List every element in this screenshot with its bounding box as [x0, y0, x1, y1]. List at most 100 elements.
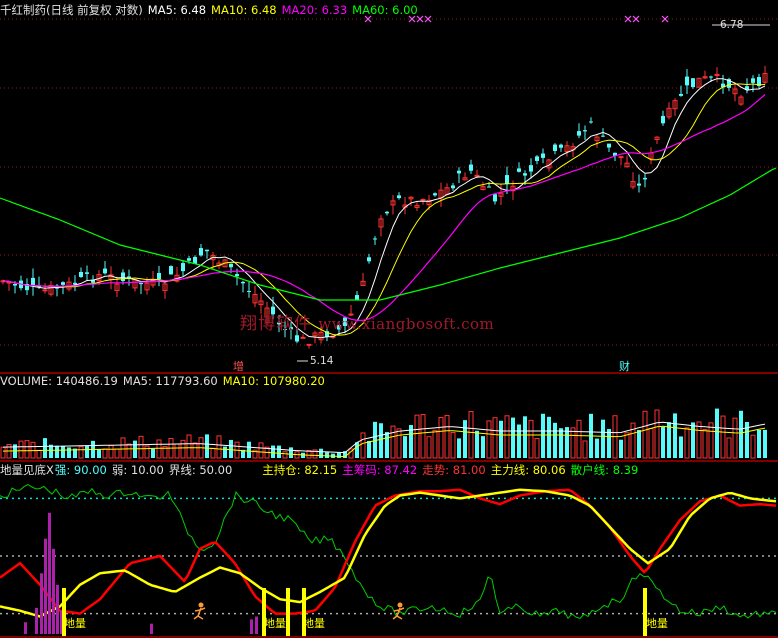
- volume-bar-up: [468, 411, 474, 459]
- volume-bar-down: [517, 424, 521, 458]
- weak-value: 10.00: [130, 463, 164, 477]
- volume-bar-up: [102, 448, 108, 459]
- candle-down: [601, 135, 605, 137]
- volume-label: VOLUME:: [0, 374, 53, 388]
- volume-bar-up: [570, 427, 576, 459]
- candle-down: [751, 78, 755, 83]
- volume-bar-up: [114, 448, 120, 459]
- volume-value: 140486.19: [55, 374, 118, 388]
- volume-bar-down: [475, 430, 479, 458]
- chip-histogram-bar: [48, 512, 51, 634]
- volume-bar-down: [367, 440, 371, 458]
- volume-bar-down: [205, 434, 209, 458]
- diliang-label-3: 地量: [303, 617, 325, 630]
- volume-bar-down: [229, 439, 233, 458]
- candle-up: [42, 289, 48, 292]
- diliang-label-1: 地量: [64, 617, 86, 630]
- volume-bar-down: [223, 446, 227, 458]
- volume-bar-up: [156, 439, 162, 459]
- volume-bar-down: [559, 428, 563, 458]
- candle-up: [306, 343, 312, 346]
- volume-bar-up: [138, 435, 144, 459]
- volume-bar-up: [108, 445, 114, 459]
- volume-bar-up: [432, 429, 438, 459]
- candle-up: [300, 336, 306, 339]
- mainline-value: 80.06: [532, 463, 566, 477]
- volume-bar-up: [642, 410, 648, 459]
- volume-bar-down: [457, 438, 461, 458]
- volume-bar-up: [18, 440, 24, 459]
- ma5-value: 6.48: [180, 3, 207, 17]
- candle-down: [31, 277, 35, 287]
- volume-bar-up: [174, 443, 180, 459]
- vol-ma10-value: 107980.20: [262, 374, 325, 388]
- boundary-label: 界线:: [168, 463, 196, 477]
- candle-down: [169, 266, 173, 275]
- chip-histogram-bar: [40, 573, 43, 634]
- candle-down: [637, 183, 641, 186]
- runner-icon: [198, 602, 204, 608]
- volume-bar-down: [637, 430, 641, 458]
- candle-down: [139, 283, 143, 285]
- volume-bar-up: [360, 432, 366, 459]
- ma20-label: MA20:: [281, 3, 318, 17]
- volume-bar-up: [24, 440, 30, 459]
- volume-bar-up: [144, 445, 150, 459]
- candle-down: [433, 193, 437, 196]
- candle-down: [193, 256, 197, 264]
- candle-down: [397, 195, 401, 199]
- low-price-label: 5.14: [310, 355, 334, 367]
- chips-value: 87.42: [384, 463, 418, 477]
- volume-bar-up: [576, 419, 582, 459]
- volume-bar-down: [661, 426, 665, 458]
- strong-label: 强:: [54, 463, 71, 477]
- chip-histogram-bar: [250, 619, 253, 634]
- volume-ma10-line: [2, 425, 766, 458]
- volume-bar-down: [673, 413, 677, 458]
- candle-down: [583, 130, 587, 132]
- volume-ma5-line: [2, 421, 766, 454]
- volume-bar-up: [36, 449, 42, 459]
- volume-bar-up: [78, 446, 84, 459]
- volume-bar-down: [403, 436, 407, 458]
- candle-down: [121, 272, 125, 282]
- diliang-signal-bar: [286, 588, 290, 636]
- volume-bar-down: [355, 442, 359, 458]
- signal-cai: 财: [619, 360, 630, 373]
- vol-ma5-value: 117793.60: [155, 374, 218, 388]
- volume-bar-down: [319, 448, 323, 458]
- ma60-label: MA60:: [352, 3, 389, 17]
- volume-bar-down: [553, 422, 557, 458]
- volume-bar-up: [726, 437, 732, 459]
- volume-bar-up: [630, 422, 636, 459]
- candle-down: [529, 165, 533, 172]
- volume-bar-up: [708, 422, 714, 459]
- volume-bar-up: [444, 414, 450, 459]
- chip-histogram-bar: [150, 623, 153, 634]
- volume-bar-up: [624, 432, 630, 459]
- volume-bar-up: [750, 434, 756, 459]
- volume-bar-down: [289, 447, 293, 458]
- candle-down: [505, 175, 509, 185]
- candle-down: [355, 295, 359, 301]
- candle-down: [523, 173, 527, 176]
- volume-bar-up: [654, 409, 660, 459]
- volume-bar-up: [684, 427, 690, 459]
- volume-bar-down: [97, 449, 101, 458]
- candle-down: [679, 93, 683, 96]
- candle-down: [541, 153, 545, 158]
- volume-bar-up: [180, 439, 186, 459]
- volume-bar-down: [481, 436, 485, 458]
- candle-down: [241, 281, 245, 284]
- trend-value: 81.00: [452, 463, 486, 477]
- volume-bar-up: [420, 414, 426, 459]
- candle-down: [385, 211, 389, 214]
- volume-bar-up: [720, 415, 726, 459]
- volume-bar-down: [151, 448, 155, 458]
- volume-bar-down: [511, 417, 515, 458]
- volume-bar-up: [0, 446, 6, 459]
- volume-bar-up: [582, 440, 588, 459]
- candle-down: [451, 185, 455, 189]
- candle-down: [373, 238, 377, 240]
- candle-down: [181, 263, 185, 272]
